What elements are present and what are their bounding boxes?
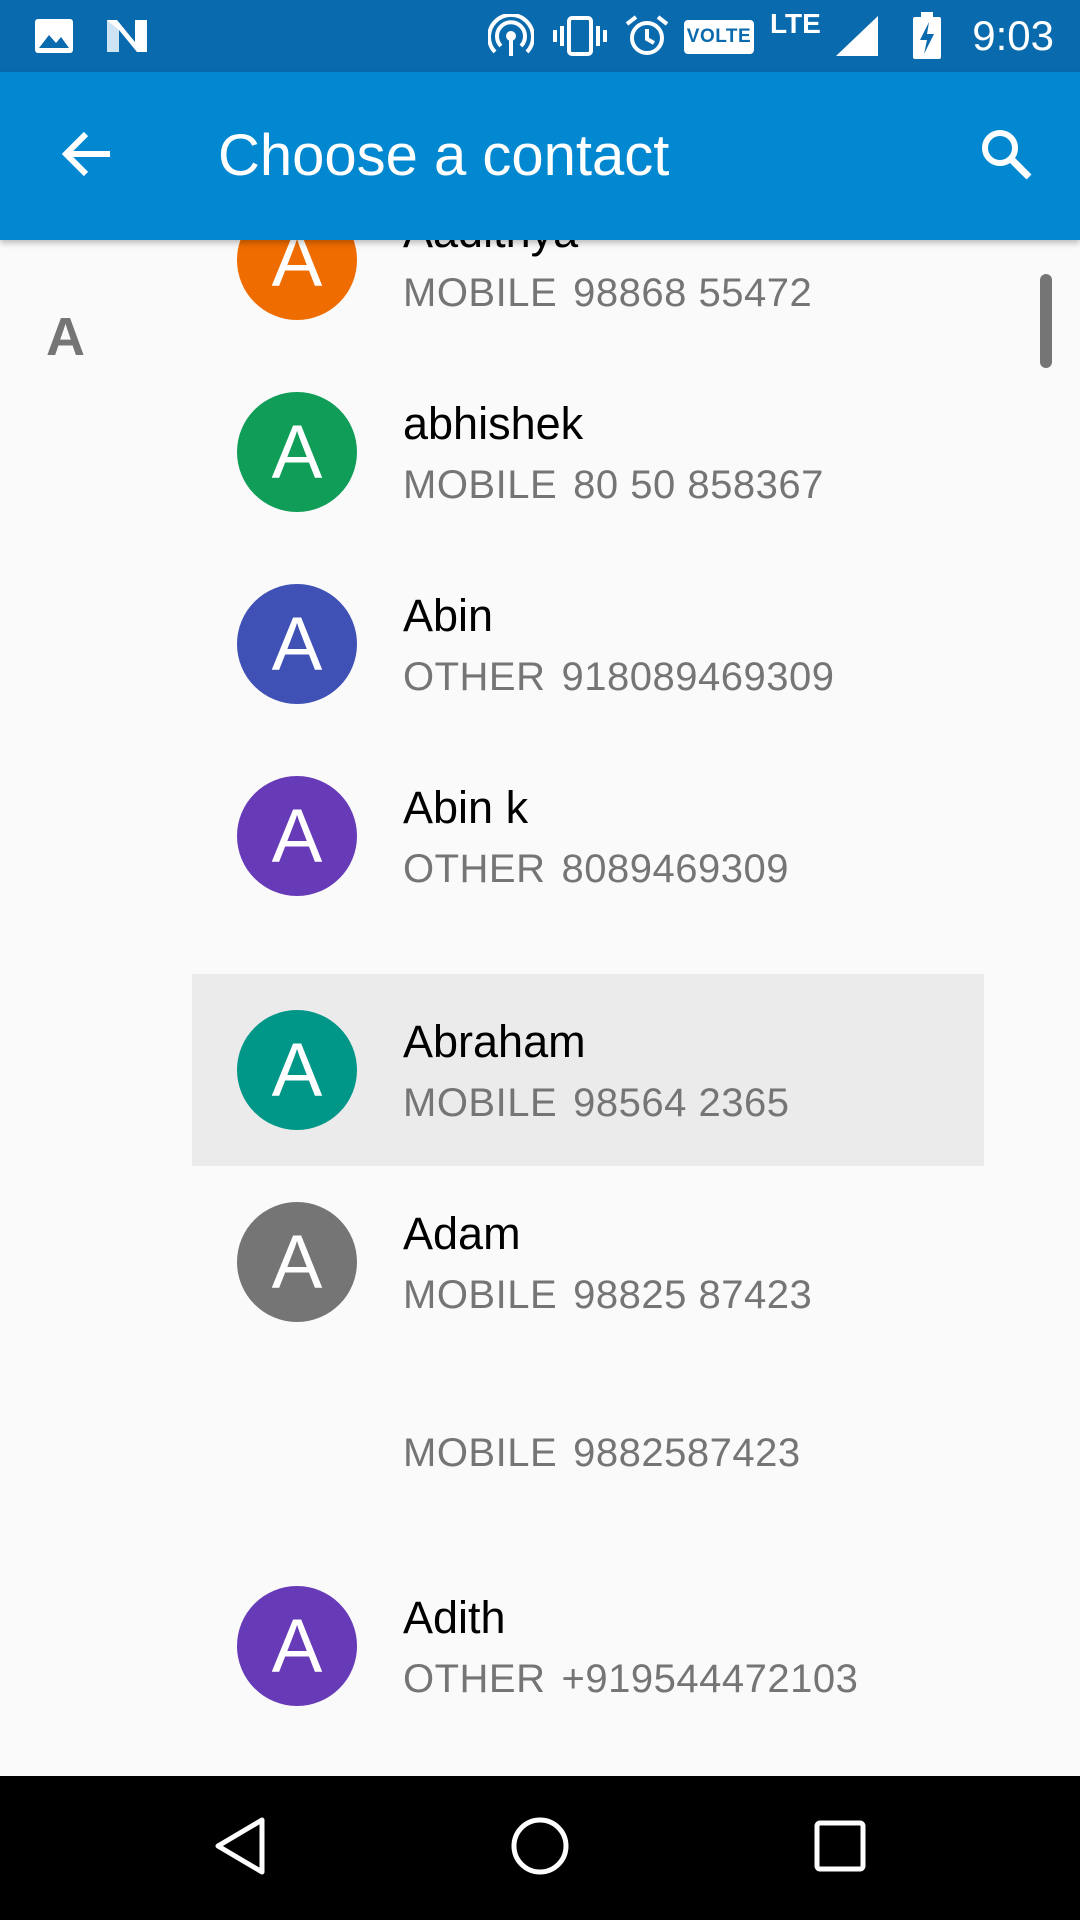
status-bar: VOLTE LTE 9:03 — [0, 0, 1080, 72]
n-notification-icon — [104, 14, 150, 58]
page-title: Choose a contact — [218, 123, 670, 188]
alarm-icon — [624, 14, 670, 58]
section-header-letter: A — [46, 307, 85, 367]
phone-number: 80 50 858367 — [573, 463, 824, 507]
volte-badge: VOLTE — [684, 20, 754, 54]
arrow-back-icon — [61, 130, 114, 183]
phone-type: MOBILE — [403, 271, 558, 315]
contact-row-adam[interactable]: A Adam MOBILE 98825 87423 — [192, 1202, 984, 1394]
avatar: A — [237, 1586, 357, 1706]
phone-type: OTHER — [403, 655, 546, 699]
phone-number: 98868 55472 — [573, 271, 813, 315]
contact-name: Adith — [403, 1592, 506, 1643]
phone-type: MOBILE — [403, 1431, 558, 1475]
phone-number: +919544472103 — [561, 1657, 859, 1701]
app-bar: Choose a contact — [0, 72, 1080, 240]
contact-row-abin[interactable]: A Abin OTHER 918089469309 — [192, 584, 984, 776]
contact-name: Aadithya — [403, 240, 578, 259]
contact-row-abin-k[interactable]: A Abin k OTHER 8089469309 — [192, 776, 984, 968]
nav-recents-button[interactable] — [790, 1798, 890, 1898]
contact-phone: MOBILE 80 50 858367 — [403, 460, 824, 510]
contact-row-adith[interactable]: A Adith OTHER +919544472103 — [192, 1586, 984, 1776]
clock: 9:03 — [972, 12, 1054, 59]
avatar: A — [237, 1010, 357, 1130]
contact-name: abhishek — [403, 398, 584, 449]
phone-type: OTHER — [403, 1657, 546, 1701]
phone-type: MOBILE — [403, 1081, 558, 1125]
hotspot-icon — [488, 14, 534, 58]
nav-home-icon — [510, 1816, 570, 1881]
avatar: A — [237, 1202, 357, 1322]
phone-type: OTHER — [403, 847, 546, 891]
search-icon — [979, 127, 1033, 186]
contact-row-adam-secondary-number[interactable]: MOBILE 9882587423 — [192, 1390, 984, 1510]
phone-number: 98564 2365 — [573, 1081, 790, 1125]
phone-number: 8089469309 — [561, 847, 789, 891]
contact-phone: OTHER 918089469309 — [403, 652, 834, 702]
contact-row-abhishek[interactable]: A abhishek MOBILE 80 50 858367 — [192, 392, 984, 584]
signal-icon — [834, 14, 880, 58]
network-type: LTE — [770, 8, 821, 39]
phone-number: 9882587423 — [573, 1431, 801, 1475]
search-button[interactable] — [958, 108, 1054, 204]
contact-phone: MOBILE 98564 2365 — [403, 1078, 789, 1128]
phone-number: 918089469309 — [561, 655, 835, 699]
contact-name: Abin — [403, 590, 494, 641]
phone-type: MOBILE — [403, 463, 558, 507]
avatar: A — [237, 776, 357, 896]
battery-charging-icon — [912, 12, 942, 59]
back-button[interactable] — [40, 108, 136, 204]
contact-row-aadithya[interactable]: A Aadithya MOBILE 98868 55472 — [192, 240, 984, 392]
avatar: A — [237, 584, 357, 704]
contact-list[interactable]: A A Aadithya MOBILE 98868 55472 A abhishe… — [0, 240, 1080, 1776]
phone-number: 98825 87423 — [573, 1273, 813, 1317]
contact-phone: MOBILE 98825 87423 — [403, 1270, 812, 1320]
vibrate-icon — [552, 14, 608, 58]
scrollbar-thumb[interactable] — [1040, 274, 1052, 368]
contact-phone: MOBILE 9882587423 — [403, 1428, 801, 1478]
nav-home-button[interactable] — [490, 1798, 590, 1898]
contact-row-abraham[interactable]: A Abraham MOBILE 98564 2365 — [192, 974, 984, 1166]
contact-name: Abin k — [403, 782, 529, 833]
nav-back-button[interactable] — [190, 1798, 290, 1898]
nav-recents-icon — [814, 1820, 866, 1877]
contact-phone: MOBILE 98868 55472 — [403, 268, 812, 318]
avatar: A — [237, 240, 357, 320]
nav-back-icon — [212, 1816, 268, 1881]
avatar: A — [237, 392, 357, 512]
contact-name: Adam — [403, 1208, 521, 1259]
phone-type: MOBILE — [403, 1273, 558, 1317]
contact-phone: OTHER +919544472103 — [403, 1654, 858, 1704]
image-icon — [34, 14, 74, 58]
contact-name: Abraham — [403, 1016, 586, 1067]
contact-phone: OTHER 8089469309 — [403, 844, 789, 894]
navigation-bar — [0, 1776, 1080, 1920]
